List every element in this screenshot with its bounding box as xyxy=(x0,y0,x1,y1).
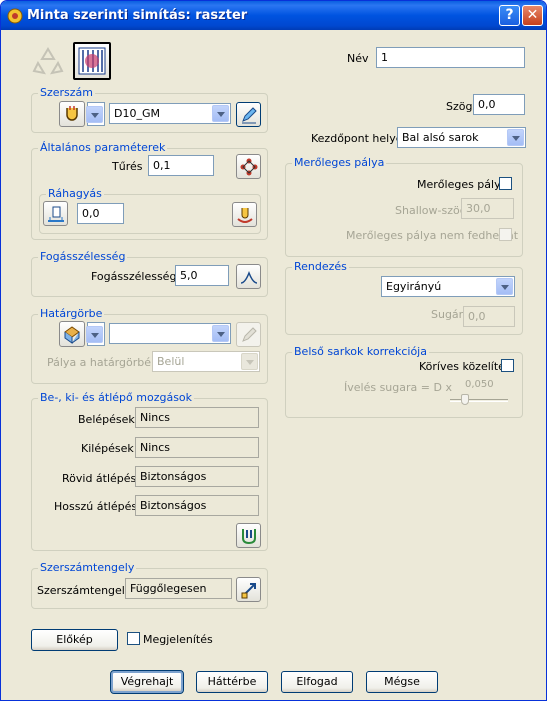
angle-input[interactable]: 0,0 xyxy=(473,94,525,115)
boundary-type-dropdown[interactable] xyxy=(86,322,105,346)
boundary-path-select[interactable]: Belül xyxy=(152,351,260,372)
name-input[interactable]: 1 xyxy=(376,47,525,68)
app-icon xyxy=(7,8,23,24)
allowance-input[interactable]: 0,0 xyxy=(77,203,124,224)
preview-button[interactable]: Előkép xyxy=(31,629,118,651)
tolerance-options-button[interactable] xyxy=(236,154,261,179)
boundary-select[interactable] xyxy=(109,323,231,344)
ordering-radius-label: Sugár xyxy=(431,308,464,321)
arc-radius-value: 0,050 xyxy=(465,379,494,390)
tool-type-button[interactable] xyxy=(59,101,85,127)
chevron-down-icon xyxy=(212,325,229,342)
boundary-icon xyxy=(64,326,80,344)
uniform-allowance-icon xyxy=(48,206,64,222)
ordering-select[interactable]: Egyirányú xyxy=(381,276,515,297)
lead-in-label: Belépések xyxy=(78,413,135,426)
background-button[interactable]: Háttérbe xyxy=(196,671,268,693)
arc-radius-slider-track[interactable] xyxy=(450,399,508,402)
general-params-title: Általános paraméterek xyxy=(38,141,168,154)
help-button[interactable]: ? xyxy=(499,5,520,26)
component-allowance-icon xyxy=(237,208,253,223)
arc-radius-slider-thumb[interactable] xyxy=(461,394,469,405)
raster-pattern-button[interactable] xyxy=(73,42,111,80)
start-corner-select[interactable]: Bal alsó sarok xyxy=(397,127,526,148)
ordering-group-title: Rendezés xyxy=(292,260,349,273)
tool-axis-value: Függőlegesen xyxy=(125,578,232,599)
display-label: Megjelenítés xyxy=(143,633,213,646)
ordering-radius-input[interactable]: 0,0 xyxy=(463,306,515,327)
short-link-label: Rövid átlépés xyxy=(62,472,137,485)
start-corner-value: Bal alsó sarok xyxy=(402,131,479,144)
arc-radius-label: Ívelés sugara = D x xyxy=(344,381,452,394)
short-link-value: Biztonságos xyxy=(135,466,259,487)
points-icon xyxy=(240,158,258,176)
boundary-type-button[interactable] xyxy=(59,321,85,347)
recycle-icon xyxy=(32,47,64,75)
leads-links-title: Be-, ki- és átlépő mozgások xyxy=(38,391,195,404)
edit-boundary-button[interactable] xyxy=(236,322,261,347)
no-overlap-checkbox[interactable] xyxy=(499,228,512,241)
boundary-path-label: Pálya a határgörbén xyxy=(47,356,158,369)
long-link-value: Biztonságos xyxy=(135,495,259,516)
boundary-path-value: Belül xyxy=(157,355,185,368)
allowance-group: Ráhagyás xyxy=(39,188,261,234)
accept-button[interactable]: Elfogad xyxy=(281,671,353,693)
tool-axis-icon xyxy=(241,583,256,599)
lead-out-value: Nincs xyxy=(135,437,259,458)
stepover-group-title: Fogásszélesség xyxy=(38,250,128,263)
arc-fit-checkbox[interactable] xyxy=(501,359,514,372)
allowance-group-title: Ráhagyás xyxy=(46,187,104,200)
tool-select-value: D10_GM xyxy=(114,107,160,120)
allowance-type-button[interactable] xyxy=(43,201,68,226)
perpendicular-checkbox[interactable] xyxy=(499,177,512,190)
tool-axis-button[interactable] xyxy=(236,577,261,602)
recycle-strategy-button[interactable] xyxy=(30,42,65,79)
start-corner-label: Kezdőpont helye xyxy=(311,132,403,145)
tool-axis-title: Szerszámtengely xyxy=(38,561,137,574)
boundary-group-title: Határgörbe xyxy=(38,307,105,320)
stepover-label: Fogásszélesség xyxy=(91,270,177,283)
leads-links-button[interactable] xyxy=(236,523,261,548)
tolerance-input[interactable]: 0,1 xyxy=(148,155,214,176)
name-label: Név xyxy=(347,52,369,65)
tolerance-label: Tűrés xyxy=(112,160,143,173)
close-button[interactable]: ✕ xyxy=(522,5,543,26)
edit-tool-button[interactable] xyxy=(236,102,261,127)
corner-correction-title: Belső sarkok korrekciója xyxy=(292,345,429,358)
ordering-value: Egyirányú xyxy=(386,280,442,293)
arc-fit-label: Köríves közelítés xyxy=(419,360,511,373)
execute-button[interactable]: Végrehajt xyxy=(110,670,184,694)
allowance-component-button[interactable] xyxy=(232,202,257,227)
lead-in-value: Nincs xyxy=(135,407,259,428)
long-link-label: Hosszú átlépés xyxy=(54,500,138,513)
chevron-down-icon xyxy=(212,105,229,122)
lead-out-label: Kilépések xyxy=(81,442,134,455)
tool-axis-label: Szerszámtengely xyxy=(37,584,132,597)
cancel-button[interactable]: Mégse xyxy=(366,671,438,693)
chevron-down-icon xyxy=(507,129,524,146)
shallow-angle-label: Shallow-szög xyxy=(395,204,467,217)
no-overlap-label: Merőleges pálya nem fedhet át xyxy=(346,229,519,242)
ball-mill-icon xyxy=(66,106,78,121)
raster-pattern-icon xyxy=(78,47,106,75)
shallow-angle-input[interactable]: 30,0 xyxy=(461,198,514,219)
leads-links-icon xyxy=(242,529,256,545)
title-bar[interactable]: Minta szerinti simítás: raszter ? ✕ xyxy=(1,1,546,30)
cusp-icon xyxy=(240,270,258,284)
pencil-icon xyxy=(242,327,257,342)
tool-group-title: Szerszám xyxy=(38,86,96,99)
pencil-icon xyxy=(242,107,257,124)
window-title: Minta szerinti simítás: raszter xyxy=(27,8,248,23)
dialog-window: Minta szerinti simítás: raszter ? ✕ Név … xyxy=(0,0,547,701)
chevron-down-icon xyxy=(496,278,513,295)
tool-type-dropdown[interactable] xyxy=(86,102,105,126)
chevron-down-icon xyxy=(241,353,258,370)
tool-select[interactable]: D10_GM xyxy=(109,103,231,124)
stepover-input[interactable]: 5,0 xyxy=(175,265,229,286)
display-checkbox[interactable] xyxy=(127,632,140,645)
perpendicular-group-title: Merőleges pálya xyxy=(292,156,387,169)
perpendicular-checkbox-label: Merőleges pálya xyxy=(417,178,508,191)
angle-label: Szög xyxy=(446,100,473,113)
stepover-cusp-button[interactable] xyxy=(236,264,261,289)
